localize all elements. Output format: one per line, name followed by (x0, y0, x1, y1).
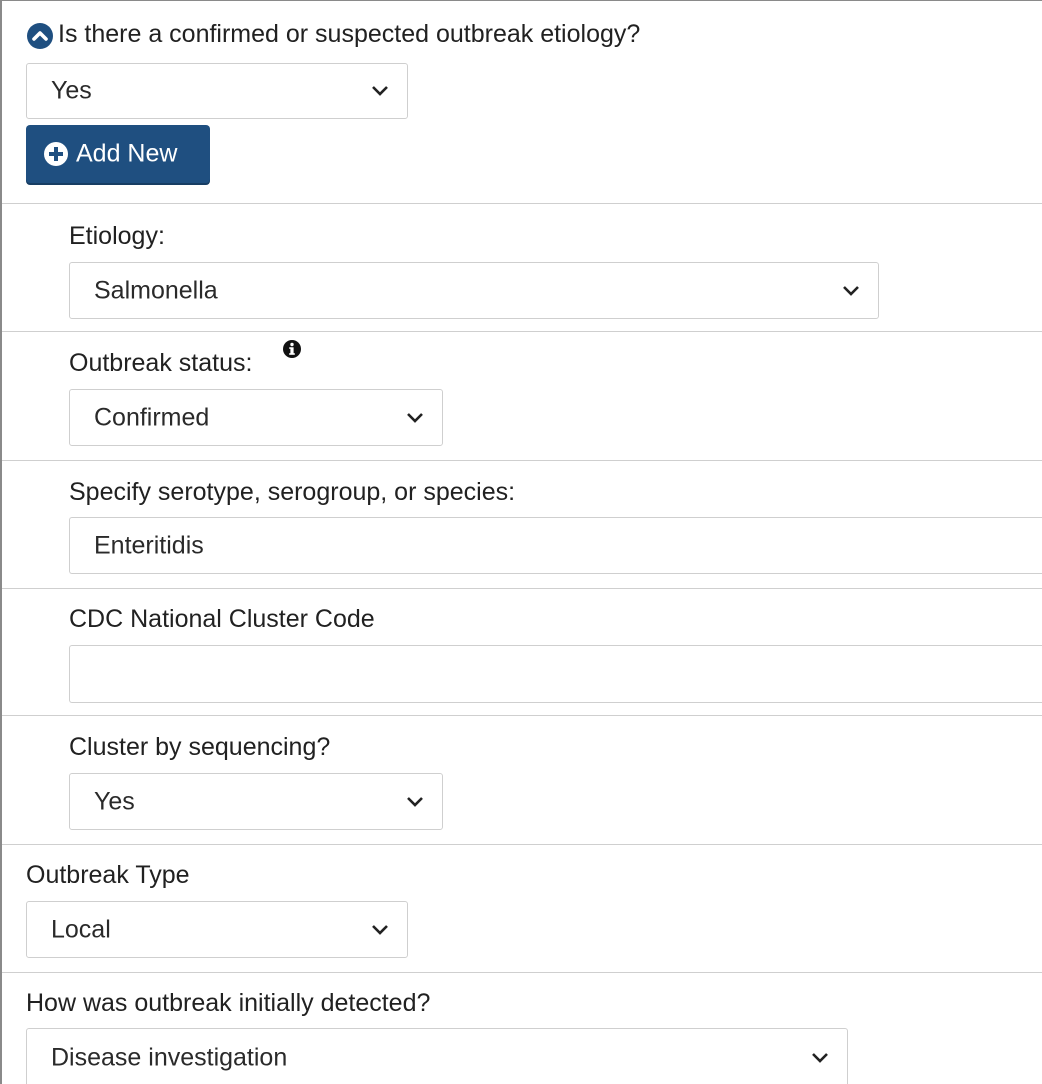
etiology-question-select[interactable]: Yes (26, 63, 408, 119)
chevron-down-icon (372, 86, 388, 96)
chevron-down-icon (407, 796, 423, 807)
outbreak-type-select[interactable]: Local (26, 901, 408, 958)
cluster-sequencing-label: Cluster by sequencing? (69, 733, 331, 761)
info-icon[interactable] (283, 340, 301, 358)
plus-circle-icon (44, 142, 68, 166)
add-new-label: Add New (76, 139, 178, 168)
divider (2, 588, 1042, 589)
cluster-sequencing-select[interactable]: Yes (69, 773, 443, 830)
outbreak-status-label: Outbreak status: (69, 349, 253, 377)
chevron-down-icon (843, 285, 859, 296)
divider (2, 844, 1042, 845)
detection-select-value: Disease investigation (51, 1043, 288, 1072)
divider (2, 972, 1042, 973)
collapse-icon[interactable] (27, 23, 53, 49)
chevron-down-icon (407, 412, 423, 423)
serotype-input-value: Enteritidis (94, 531, 204, 559)
detection-select[interactable]: Disease investigation (26, 1028, 848, 1084)
chevron-down-icon (372, 924, 388, 935)
cluster-code-input[interactable] (69, 645, 1042, 703)
serotype-label: Specify serotype, serogroup, or species: (69, 478, 516, 506)
outbreak-status-select-value: Confirmed (94, 403, 210, 431)
divider (2, 203, 1042, 204)
etiology-question-label: Is there a confirmed or suspected outbre… (58, 20, 641, 48)
detection-label: How was outbreak initially detected? (26, 989, 431, 1017)
divider (2, 715, 1042, 716)
etiology-question-select-value: Yes (51, 76, 92, 105)
cluster-code-label: CDC National Cluster Code (69, 605, 375, 633)
add-new-button[interactable]: Add New (26, 125, 210, 183)
etiology-select-value: Salmonella (94, 276, 218, 304)
etiology-select[interactable]: Salmonella (69, 262, 879, 319)
cluster-sequencing-select-value: Yes (94, 787, 135, 815)
chevron-down-icon (812, 1053, 828, 1063)
divider (2, 331, 1042, 332)
serotype-input[interactable]: Enteritidis (69, 517, 1042, 574)
outbreak-etiology-form: Is there a confirmed or suspected outbre… (0, 0, 1042, 1084)
outbreak-type-select-value: Local (51, 915, 111, 943)
divider (2, 460, 1042, 461)
outbreak-status-select[interactable]: Confirmed (69, 389, 443, 446)
outbreak-type-label: Outbreak Type (26, 861, 190, 889)
etiology-label: Etiology: (69, 222, 165, 250)
